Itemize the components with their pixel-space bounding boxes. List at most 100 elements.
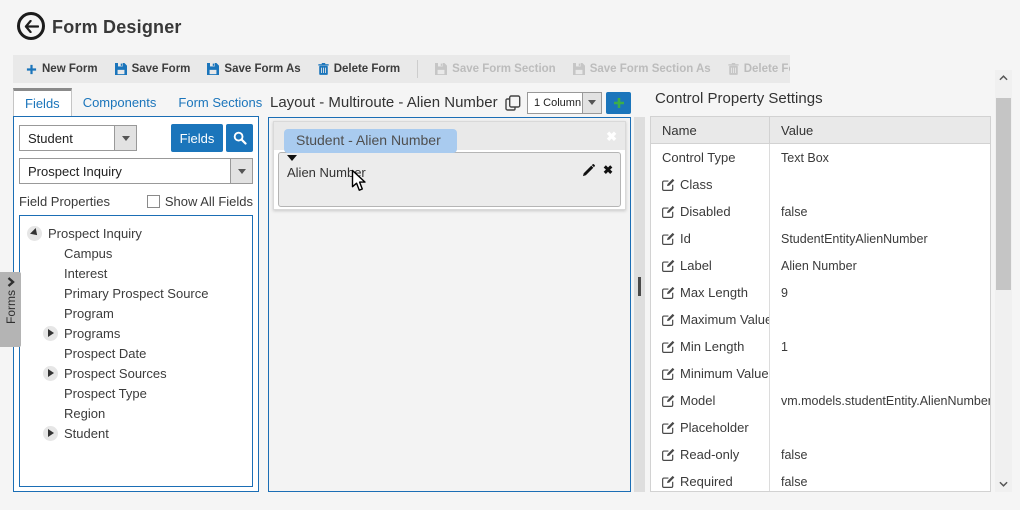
show-all-fields-checkbox[interactable] (147, 195, 160, 208)
tree-expander-icon[interactable] (43, 326, 58, 341)
field-properties-row: Field Properties Show All Fields (19, 192, 253, 210)
back-button[interactable] (17, 12, 45, 40)
tree-expander-icon[interactable] (27, 226, 42, 241)
toolbar-button-save-form[interactable]: Save Form (115, 63, 191, 75)
plus-icon (613, 97, 625, 109)
property-row-id[interactable]: Id StudentEntityAlienNumber (651, 225, 990, 252)
column-header-value: Value (769, 117, 990, 143)
toolbar-button-delete-form-section: Delete Form Section (728, 63, 790, 75)
layout-header: Layout - Multiroute - Alien Number 1 Col… (270, 90, 631, 115)
layout-canvas: ✖ Alien Number ✖ Student - Alien Number (268, 117, 631, 492)
scrollbar-up-icon[interactable] (995, 70, 1012, 86)
tab-components[interactable]: Components (72, 88, 168, 116)
columns-select[interactable]: 1 Column (527, 92, 602, 114)
panel-splitter[interactable] (634, 117, 645, 492)
edit-icon (662, 421, 675, 434)
tree-item-region[interactable]: Region (20, 403, 252, 423)
property-row-read-only[interactable]: Read-only false (651, 441, 990, 468)
edit-icon (662, 448, 675, 461)
left-panel-tabs: FieldsComponentsForm Sections (13, 88, 273, 116)
remove-field-icon[interactable]: ✖ (603, 163, 613, 177)
layout-field[interactable]: Alien Number ✖ (278, 152, 621, 207)
edit-icon (662, 475, 675, 488)
layout-field-label: Alien Number (287, 165, 366, 180)
tree-item-campus[interactable]: Campus (20, 243, 252, 263)
property-row-class[interactable]: Class (651, 171, 990, 198)
form-select[interactable]: Prospect Inquiry (19, 158, 253, 184)
property-row-maximum-value[interactable]: Maximum Value (651, 306, 990, 333)
column-header-name: Name (651, 117, 769, 143)
forms-side-tab[interactable]: Forms (0, 272, 21, 347)
properties-table: Name Value Control Type Text Box Class D… (650, 116, 991, 492)
tree-item-programs[interactable]: Programs (20, 323, 252, 343)
save-icon (115, 63, 127, 75)
property-row-minimum-value[interactable]: Minimum Value (651, 360, 990, 387)
search-button[interactable] (226, 124, 253, 152)
layout-title: Layout - Multiroute - Alien Number (270, 94, 498, 111)
chevron-down-icon[interactable] (582, 93, 601, 113)
properties-title: Control Property Settings (655, 90, 823, 107)
chevron-down-icon[interactable] (230, 159, 252, 183)
property-row-label[interactable]: Label Alien Number (651, 252, 990, 279)
tree-item-student[interactable]: Student (20, 423, 252, 443)
tree-expander-icon[interactable] (43, 366, 58, 381)
entity-select[interactable]: Student (19, 125, 137, 151)
trash-icon (728, 63, 739, 75)
tree-item-prospect-date[interactable]: Prospect Date (20, 343, 252, 363)
toolbar: New Form Save Form Save Form As Delete F… (13, 55, 790, 83)
edit-icon (662, 178, 675, 191)
tree-item-program[interactable]: Program (20, 303, 252, 323)
chevron-down-icon[interactable] (114, 126, 136, 150)
show-all-fields-label: Show All Fields (165, 194, 253, 209)
scrollbar-down-icon[interactable] (995, 476, 1012, 492)
property-row-model[interactable]: Model vm.models.studentEntity.AlienNumbe… (651, 387, 990, 414)
forms-side-tab-label: Forms (4, 290, 18, 324)
property-row-min-length[interactable]: Min Length 1 (651, 333, 990, 360)
page-title: Form Designer (52, 17, 182, 38)
form-row: Prospect Inquiry (19, 158, 253, 184)
back-arrow-icon (24, 20, 39, 33)
edit-icon (662, 205, 675, 218)
save-icon (573, 63, 585, 75)
tree-item-interest[interactable]: Interest (20, 263, 252, 283)
edit-icon (662, 259, 675, 272)
columns-select-value: 1 Column (528, 93, 582, 113)
tab-fields[interactable]: Fields (13, 88, 72, 116)
trash-icon (318, 63, 329, 75)
toolbar-button-save-form-as[interactable]: Save Form As (207, 63, 300, 75)
edit-field-icon[interactable] (582, 164, 595, 177)
toolbar-button-new-form[interactable]: New Form (26, 63, 98, 75)
toolbar-button-delete-form[interactable]: Delete Form (318, 63, 400, 75)
property-row-disabled[interactable]: Disabled false (651, 198, 990, 225)
entity-row: Student Fields (19, 124, 253, 152)
save-icon (207, 63, 219, 75)
copy-section-icon[interactable] (505, 95, 521, 111)
toolbar-button-save-form-section-as: Save Form Section As (573, 63, 711, 75)
fields-button[interactable]: Fields (171, 124, 223, 152)
property-row-max-length[interactable]: Max Length 9 (651, 279, 990, 306)
scrollbar-thumb[interactable] (996, 98, 1011, 290)
edit-icon (662, 232, 675, 245)
tree-item-primary-prospect-source[interactable]: Primary Prospect Source (20, 283, 252, 303)
add-column-button[interactable] (606, 92, 631, 114)
show-all-fields-toggle[interactable]: Show All Fields (147, 194, 253, 209)
save-icon (435, 63, 447, 75)
tree-item-prospect-type[interactable]: Prospect Type (20, 383, 252, 403)
vertical-scrollbar[interactable] (995, 70, 1012, 492)
splitter-handle-icon (638, 277, 641, 296)
property-row-placeholder[interactable]: Placeholder (651, 414, 990, 441)
plus-icon (26, 64, 37, 75)
fields-tree: Prospect Inquiry Campus Interest Primary… (19, 215, 253, 487)
drag-tooltip: Student - Alien Number (284, 129, 457, 153)
tree-item-prospect-sources[interactable]: Prospect Sources (20, 363, 252, 383)
close-section-icon[interactable]: ✖ (606, 130, 617, 143)
property-row-required[interactable]: Required false (651, 468, 990, 492)
toolbar-divider (417, 60, 418, 78)
form-designer-app: Form Designer New Form Save Form Save Fo… (0, 0, 1020, 510)
tree-expander-icon[interactable] (43, 426, 58, 441)
property-row-control-type[interactable]: Control Type Text Box (651, 144, 990, 171)
edit-icon (662, 313, 675, 326)
tree-item-prospect-inquiry[interactable]: Prospect Inquiry (20, 223, 252, 243)
properties-table-header: Name Value (651, 117, 990, 144)
tab-form-sections[interactable]: Form Sections (167, 88, 273, 116)
